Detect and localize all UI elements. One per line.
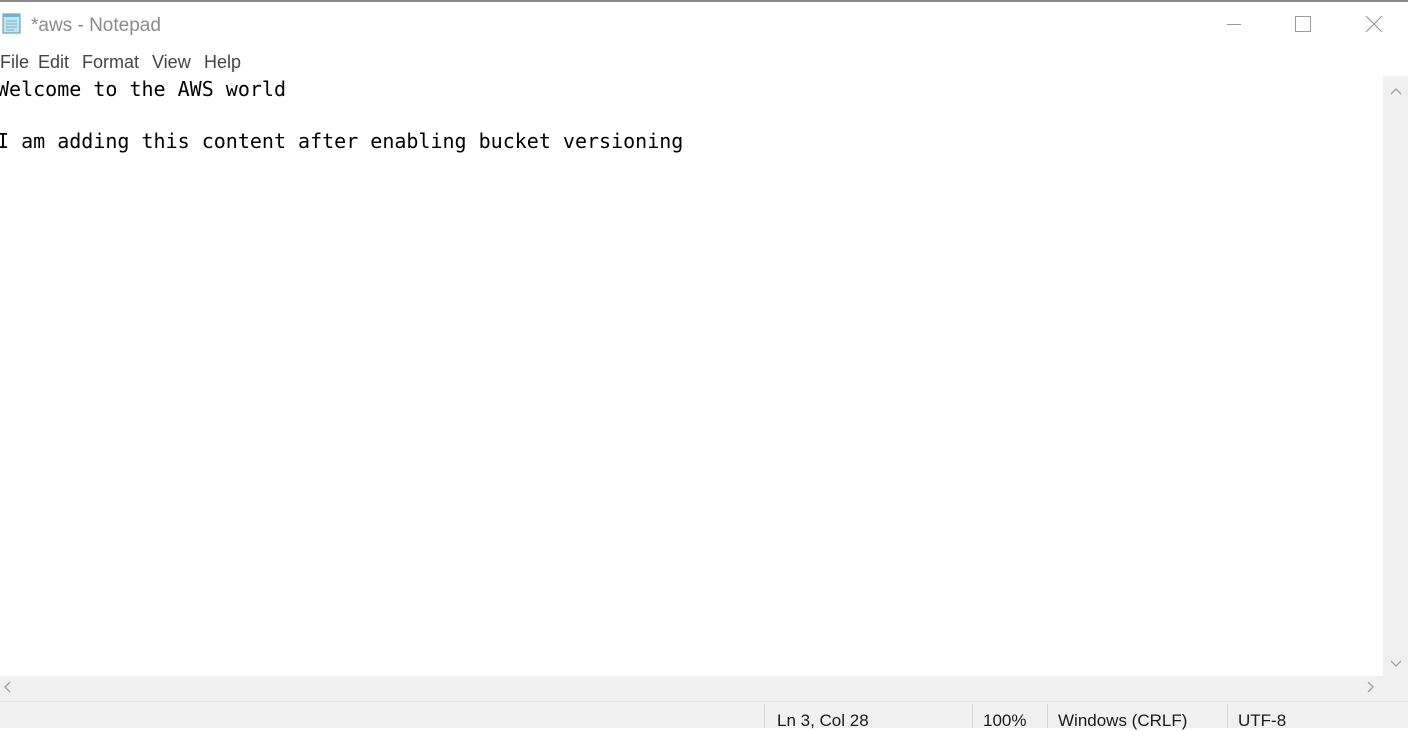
menu-bar: File Edit Format View Help [0, 48, 1408, 76]
chevron-up-icon [1390, 82, 1402, 100]
menu-format[interactable]: Format [82, 52, 139, 73]
menu-edit[interactable]: Edit [38, 52, 69, 73]
chevron-right-icon [1367, 680, 1375, 698]
notepad-icon [2, 12, 22, 34]
status-divider [1227, 704, 1228, 728]
close-icon [1365, 15, 1383, 38]
menu-help[interactable]: Help [204, 52, 241, 73]
maximize-icon [1295, 15, 1311, 37]
close-button[interactable] [1340, 4, 1408, 48]
status-divider [1047, 704, 1048, 728]
menu-file[interactable]: File [0, 52, 29, 73]
cursor-position: Ln 3, Col 28 [777, 711, 869, 730]
scroll-down-button[interactable] [1383, 651, 1408, 676]
status-bar: Ln 3, Col 28 100% Windows (CRLF) UTF-8 [0, 701, 1408, 730]
menu-view[interactable]: View [152, 52, 191, 73]
editor-content[interactable]: Welcome to the AWS world I am adding thi… [0, 76, 683, 154]
window-title: *aws - Notepad [31, 15, 161, 36]
scroll-right-button[interactable] [1358, 676, 1383, 701]
status-divider [764, 704, 765, 728]
maximize-button[interactable] [1269, 4, 1337, 48]
zoom-level: 100% [983, 711, 1027, 730]
minimize-button[interactable] [1200, 4, 1268, 48]
title-bar[interactable]: *aws - Notepad [0, 2, 1408, 48]
horizontal-scrollbar[interactable] [0, 676, 1383, 701]
scrollbar-corner [1383, 676, 1408, 701]
chevron-left-icon [3, 680, 11, 698]
text-editor[interactable]: Welcome to the AWS world I am adding thi… [0, 76, 1383, 676]
scroll-up-button[interactable] [1383, 78, 1408, 103]
vertical-scrollbar[interactable] [1383, 76, 1408, 676]
minimize-icon [1226, 16, 1242, 37]
status-divider [972, 704, 973, 728]
chevron-down-icon [1390, 655, 1402, 673]
encoding: UTF-8 [1238, 711, 1287, 730]
line-ending: Windows (CRLF) [1058, 711, 1188, 730]
scroll-left-button[interactable] [0, 676, 19, 701]
